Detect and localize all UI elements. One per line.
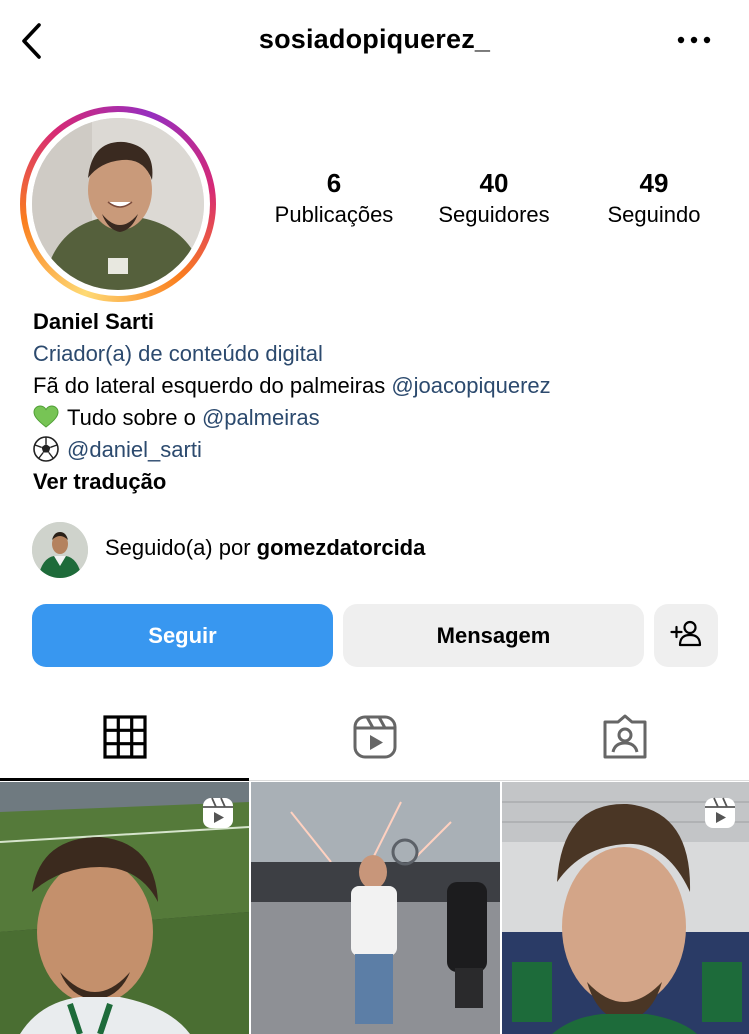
bio-line-1-text: Fã do lateral esquerdo do palmeiras: [33, 373, 392, 398]
stat-followers-value: 40: [479, 168, 509, 198]
followed-by-text[interactable]: Seguido(a) por gomezdatorcida: [105, 535, 425, 561]
suggested-users-button[interactable]: [654, 604, 718, 667]
mention-joacopiquerez[interactable]: @joacopiquerez: [391, 373, 550, 398]
message-button[interactable]: Mensagem: [343, 604, 644, 667]
post-thumbnail-1[interactable]: [0, 782, 249, 1034]
bio-line-2: Tudo sobre o @palmeiras: [33, 402, 723, 434]
avatar-photo: [32, 118, 204, 290]
stat-following[interactable]: 49 Seguindo: [574, 168, 734, 230]
tab-reels[interactable]: [352, 714, 398, 760]
reel-badge-icon: [703, 796, 737, 830]
grid-icon: [102, 715, 148, 764]
stat-following-label: Seguindo: [607, 202, 701, 227]
stat-posts[interactable]: 6 Publicações: [254, 168, 414, 230]
reels-icon: [352, 715, 398, 764]
bio-line-3: @daniel_sarti: [33, 434, 723, 466]
follow-button[interactable]: Seguir: [32, 604, 333, 667]
reel-badge-icon: [201, 796, 235, 830]
profile-bio: Daniel Sarti Criador(a) de conteúdo digi…: [33, 306, 723, 498]
post-thumbnail-3[interactable]: [502, 782, 749, 1034]
translate-link[interactable]: Ver tradução: [33, 466, 723, 498]
more-options-icon[interactable]: [674, 28, 716, 52]
tagged-icon: [602, 714, 648, 764]
profile-avatar[interactable]: [20, 106, 216, 302]
add-person-icon: [670, 619, 702, 653]
stat-followers-label: Seguidores: [438, 202, 550, 227]
profile-name: Daniel Sarti: [33, 309, 155, 334]
followed-by-avatar[interactable]: [32, 522, 88, 578]
mention-daniel-sarti[interactable]: @daniel_sarti: [67, 437, 202, 462]
bio-line-1: Fã do lateral esquerdo do palmeiras @joa…: [33, 370, 723, 402]
stat-posts-label: Publicações: [274, 202, 394, 227]
followed-by-user[interactable]: gomezdatorcida: [257, 535, 426, 560]
bio-line-2-text: Tudo sobre o: [67, 405, 202, 430]
stat-posts-value: 6: [326, 168, 342, 198]
tab-grid[interactable]: [102, 714, 148, 760]
mention-palmeiras[interactable]: @palmeiras: [202, 405, 320, 430]
tab-tagged[interactable]: [602, 714, 648, 760]
stat-followers[interactable]: 40 Seguidores: [414, 168, 574, 230]
profile-username: sosiadopiquerez_: [258, 24, 491, 54]
green-heart-icon: [33, 405, 59, 429]
profile-category[interactable]: Criador(a) de conteúdo digital: [33, 338, 723, 370]
followed-by-prefix: Seguido(a) por: [105, 535, 257, 560]
stat-following-value: 49: [639, 168, 669, 198]
soccer-ball-icon: [33, 436, 59, 462]
post-thumbnail-2[interactable]: [251, 782, 500, 1034]
active-tab-indicator: [0, 778, 249, 781]
